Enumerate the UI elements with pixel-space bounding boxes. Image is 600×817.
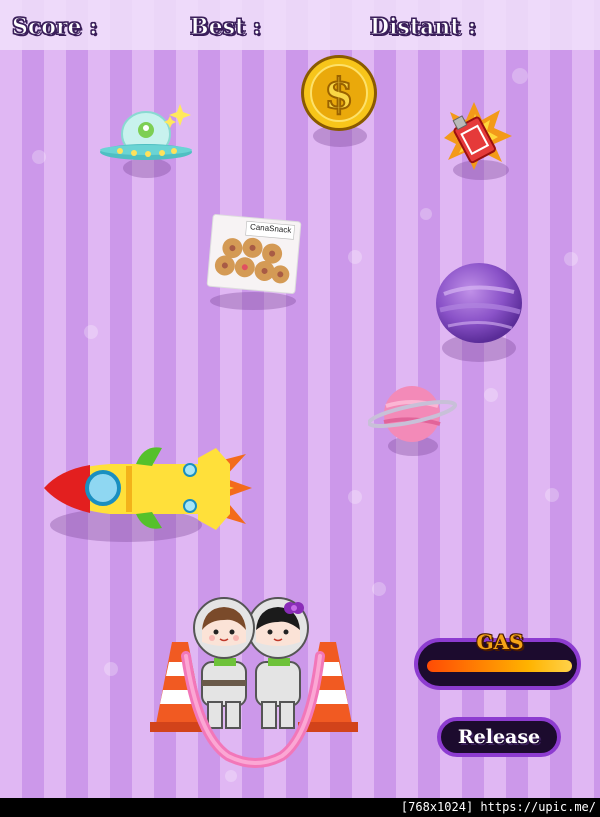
bubble-decor <box>372 582 386 596</box>
svg-text:$: $ <box>324 69 353 118</box>
bubble-decor <box>104 662 118 676</box>
gas-label: GAS <box>476 630 524 654</box>
bubble-decor <box>84 325 98 339</box>
bubble-decor <box>348 490 362 504</box>
fuel-can-icon <box>444 102 512 170</box>
gold-coin-icon: $ <box>301 55 377 131</box>
bubble-decor <box>348 250 362 264</box>
bubble-decor <box>32 150 46 164</box>
bubble-decor <box>420 208 432 220</box>
distance-label: Distant : <box>369 14 477 41</box>
release-button[interactable]: Release <box>437 717 561 757</box>
ufo-icon <box>100 104 192 160</box>
bubble-decor <box>484 388 498 402</box>
rocket-icon <box>44 447 252 530</box>
watermark-text: [768x1024] https://upic.me/ <box>400 800 596 814</box>
gas-level-bar <box>427 660 572 672</box>
score-label: Score : <box>11 14 98 41</box>
purple-planet-icon <box>436 263 522 343</box>
slingshot-band[interactable] <box>178 646 328 772</box>
pink-planet-icon <box>368 386 458 442</box>
hud-bar: Score : Best : Distant : <box>0 0 600 50</box>
game-stage: Score : Best : Distant : $ CanaSnack GAS… <box>0 0 600 798</box>
best-label: Best : <box>190 14 262 41</box>
bubble-decor <box>564 252 578 266</box>
bubble-decor <box>545 488 559 502</box>
bubble-decor <box>512 68 528 84</box>
